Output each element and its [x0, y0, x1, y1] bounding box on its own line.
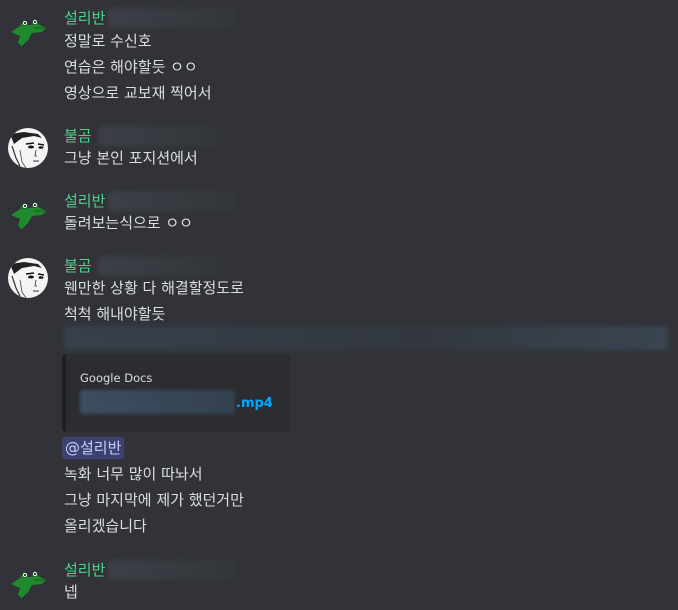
username[interactable]: 불곰 — [64, 126, 92, 146]
manga-face-avatar[interactable] — [8, 258, 48, 298]
embed-title[interactable] — [80, 390, 235, 414]
manga-face-avatar[interactable] — [8, 128, 48, 168]
message-text: 그냥 본인 포지션에서 — [64, 149, 198, 167]
embed-provider: Google Docs — [80, 371, 153, 385]
message-text: 넵 — [64, 583, 78, 601]
timestamp — [108, 191, 236, 211]
crocodile-avatar[interactable] — [8, 562, 48, 602]
username[interactable]: 설리반 — [64, 8, 105, 28]
timestamp — [98, 256, 216, 276]
link-url[interactable] — [64, 326, 668, 350]
username[interactable]: 설리반 — [64, 191, 105, 211]
timestamp — [98, 126, 216, 146]
crocodile-avatar[interactable] — [8, 193, 48, 233]
embed-file-extension[interactable]: .mp4 — [236, 396, 273, 411]
message-text: 웬만한 상황 다 해결할정도로 — [64, 279, 244, 297]
username[interactable]: 설리반 — [64, 560, 105, 580]
message-text: 연습은 해야할듯 ㅇㅇ — [64, 58, 198, 76]
username[interactable]: 불곰 — [64, 256, 92, 276]
timestamp — [108, 560, 236, 580]
crocodile-avatar[interactable] — [8, 10, 48, 50]
message-text: 그냥 마지막에 제가 했던거만 — [64, 491, 244, 509]
user-mention[interactable]: @설리반 — [62, 437, 125, 459]
message-text: 정말로 수신호 — [64, 32, 152, 50]
link-embed[interactable]: Google Docs .mp4 — [62, 354, 290, 432]
message-text: 녹화 너무 많이 따놔서 — [64, 465, 203, 483]
message-text: 척척 해내야할듯 — [64, 305, 166, 323]
message-text: 올리겠습니다 — [64, 517, 147, 535]
message-text: 돌려보는식으로 ㅇㅇ — [64, 214, 193, 232]
timestamp — [108, 8, 236, 28]
message-text: 영상으로 교보재 찍어서 — [64, 84, 212, 102]
